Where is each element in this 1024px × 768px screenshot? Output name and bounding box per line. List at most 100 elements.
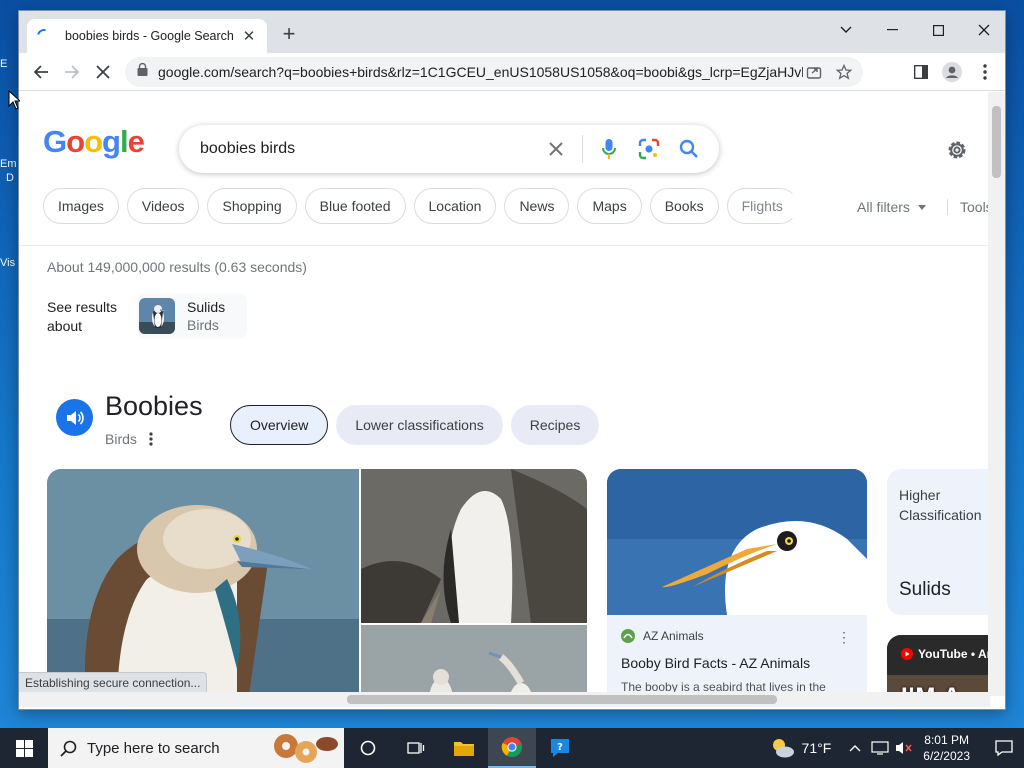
- profile-avatar-icon[interactable]: [940, 60, 964, 84]
- url-text[interactable]: google.com/search?q=boobies+birds&rlz=1C…: [158, 64, 803, 80]
- masked-booby-photo: [607, 469, 867, 615]
- booby-photo-secondary[interactable]: [361, 469, 587, 623]
- clock[interactable]: 8:01 PM 6/2/2023: [923, 732, 970, 764]
- card-more-options-icon[interactable]: ⋮: [837, 629, 851, 646]
- youtube-source-text: YouTube • An: [918, 647, 990, 661]
- tools-button[interactable]: Tools: [947, 199, 990, 215]
- see-results-about-label: See results about: [47, 299, 118, 334]
- notification-center-button[interactable]: [984, 728, 1024, 768]
- help-app-button[interactable]: ?: [536, 728, 584, 768]
- tab-recipes[interactable]: Recipes: [510, 405, 600, 445]
- more-options-icon[interactable]: [149, 432, 153, 446]
- filter-chips: Images Videos Shopping Blue footed Locat…: [43, 188, 798, 224]
- maximize-button[interactable]: [915, 15, 961, 45]
- address-bar[interactable]: google.com/search?q=boobies+birds&rlz=1C…: [125, 57, 863, 87]
- start-button[interactable]: [0, 728, 48, 768]
- search-submit-icon[interactable]: [669, 129, 709, 169]
- horizontal-scrollbar[interactable]: [19, 692, 990, 707]
- volume-muted-icon[interactable]: [895, 741, 913, 755]
- settings-gear-icon[interactable]: [945, 138, 969, 162]
- higher-classification-value: Sulids: [899, 579, 951, 600]
- sulids-thumbnail: [139, 298, 175, 334]
- youtube-video-card[interactable]: YouTube • An I'M A: [887, 635, 990, 692]
- weather-cloudy-icon[interactable]: [770, 737, 796, 759]
- search-box[interactable]: boobies birds: [179, 125, 719, 173]
- subtitle-text: Birds: [105, 431, 137, 447]
- close-window-button[interactable]: [961, 15, 1005, 45]
- knowledge-panel-subtitle: Birds: [105, 431, 153, 447]
- chip-maps[interactable]: Maps: [577, 188, 642, 224]
- tab-search-icon[interactable]: [823, 15, 869, 45]
- entity-chip-sulids[interactable]: Sulids Birds: [137, 293, 247, 339]
- youtube-icon: [901, 648, 913, 660]
- booby-photo-pair[interactable]: [361, 625, 587, 692]
- side-panel-icon[interactable]: [909, 60, 933, 84]
- result-stats: About 149,000,000 results (0.63 seconds): [47, 259, 307, 275]
- all-filters-button[interactable]: All filters: [857, 199, 926, 215]
- booby-photo-main[interactable]: [47, 469, 359, 692]
- desktop-icon-label[interactable]: Em: [0, 158, 18, 170]
- folder-icon: [454, 742, 474, 756]
- close-tab-icon[interactable]: ✕: [241, 27, 257, 45]
- back-button[interactable]: [29, 60, 53, 84]
- tab-lower-classifications[interactable]: Lower classifications: [336, 405, 503, 445]
- minimize-button[interactable]: [869, 15, 915, 45]
- title-bar: boobies birds - Google Search ✕ +: [19, 11, 1005, 53]
- all-filters-label: All filters: [857, 199, 910, 215]
- google-logo[interactable]: Google: [43, 124, 145, 160]
- chip-books[interactable]: Books: [649, 188, 719, 224]
- chip-location[interactable]: Location: [413, 188, 497, 224]
- horizontal-scroll-thumb[interactable]: [347, 695, 777, 704]
- result-card-az-animals[interactable]: AZ Animals ⋮ Booby Bird Facts - AZ Anima…: [607, 469, 867, 692]
- chip-flights[interactable]: Flights: [726, 188, 798, 224]
- browser-tab[interactable]: boobies birds - Google Search ✕: [27, 19, 267, 53]
- status-bar: Establishing secure connection...: [19, 672, 208, 692]
- system-tray: 71°F 8:01 PM 6/2/2023: [770, 728, 1024, 768]
- search-icon: [60, 740, 77, 757]
- chip-shopping[interactable]: Shopping: [207, 188, 297, 224]
- help-chat-icon: ?: [551, 739, 569, 757]
- search-input[interactable]: boobies birds: [200, 140, 536, 158]
- desktop-icon-label[interactable]: Vis: [0, 257, 18, 269]
- lock-icon[interactable]: [137, 62, 148, 81]
- higher-classification-card[interactable]: Higher Classification Sulids: [887, 469, 990, 615]
- cortana-circle-icon: [360, 740, 376, 756]
- donut-doodle-icon: [274, 734, 338, 763]
- microphone-icon[interactable]: [589, 129, 629, 169]
- chip-blue-footed[interactable]: Blue footed: [304, 188, 406, 224]
- stop-loading-button[interactable]: [91, 60, 115, 84]
- chip-images[interactable]: Images: [43, 188, 119, 224]
- taskbar-search-box[interactable]: Type here to search: [48, 728, 344, 768]
- clock-time: 8:01 PM: [924, 733, 969, 747]
- vertical-scrollbar[interactable]: [988, 92, 1005, 696]
- knowledge-panel-title: Boobies: [105, 391, 203, 421]
- loading-spinner-icon: [34, 26, 54, 46]
- card-source-name: AZ Animals: [643, 629, 704, 643]
- menu-kebab-icon[interactable]: [973, 60, 997, 84]
- chip-news[interactable]: News: [504, 188, 570, 224]
- chevron-up-icon[interactable]: [849, 744, 861, 752]
- dropdown-arrow-icon: [917, 204, 926, 210]
- svg-text:?: ?: [557, 742, 563, 753]
- chip-videos[interactable]: Videos: [126, 188, 200, 224]
- chrome-icon: [501, 737, 522, 758]
- file-explorer-button[interactable]: [440, 728, 488, 768]
- share-icon[interactable]: [803, 61, 825, 83]
- card-title[interactable]: Booby Bird Facts - AZ Animals: [621, 655, 810, 671]
- task-view-button[interactable]: [392, 728, 440, 768]
- weather-temp[interactable]: 71°F: [802, 740, 832, 756]
- task-view-cortana-button[interactable]: [344, 728, 392, 768]
- google-lens-icon[interactable]: [629, 129, 669, 169]
- tab-overview[interactable]: Overview: [230, 405, 329, 445]
- entity-name: Sulids: [187, 299, 226, 315]
- clear-search-icon[interactable]: [536, 129, 576, 169]
- vertical-scroll-thumb[interactable]: [992, 106, 1001, 178]
- bookmark-star-icon[interactable]: [833, 61, 855, 83]
- search-divider: [582, 135, 583, 163]
- network-icon[interactable]: [871, 741, 889, 755]
- new-tab-button[interactable]: +: [277, 23, 301, 47]
- pronounce-speaker-button[interactable]: [56, 399, 93, 436]
- chrome-taskbar-button[interactable]: [488, 728, 536, 768]
- desktop-icon-label[interactable]: E: [0, 58, 18, 70]
- forward-button[interactable]: [60, 60, 84, 84]
